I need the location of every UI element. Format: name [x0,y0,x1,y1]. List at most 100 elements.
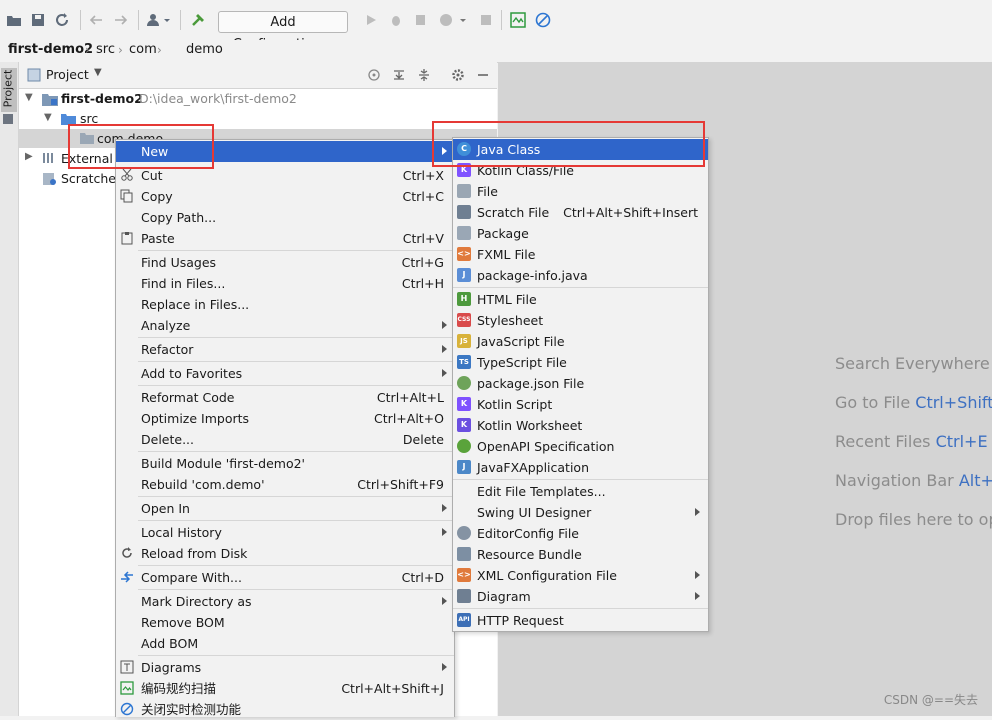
coverage-icon[interactable] [413,12,429,28]
menu-item-add-bom[interactable]: Add BOM [116,633,454,654]
sync-icon[interactable] [54,12,70,28]
new-submenu: C Java Class K Kotlin Class/File File Sc… [452,137,709,632]
menu-item-mark-directory-as[interactable]: Mark Directory as [116,591,454,612]
submenu-item-scratch-file[interactable]: Scratch File Ctrl+Alt+Shift+Insert [453,202,708,223]
js-file-icon: JS [457,334,471,348]
chevron-down-icon[interactable]: ▼ [94,67,102,78]
chevron-right-icon: › [157,43,162,57]
tree-root-name[interactable]: first-demo2 [61,91,143,106]
submenu-item-xml-config[interactable]: <> XML Configuration File [453,565,708,586]
menu-item-add-to-favorites[interactable]: Add to Favorites [116,363,454,384]
chevron-down-icon[interactable]: ▼ [44,112,52,123]
submenu-item-javascript-file[interactable]: JS JavaScript File [453,331,708,352]
menu-item-remove-bom[interactable]: Remove BOM [116,612,454,633]
back-arrow-icon[interactable] [88,12,104,28]
fxml-file-icon: <> [457,247,471,261]
api-icon: API [457,613,471,627]
submenu-item-swing-ui[interactable]: Swing UI Designer [453,502,708,523]
add-configuration-button[interactable]: Add Configuration... [218,11,348,52]
menu-item-reformat-code[interactable]: Reformat Code Ctrl+Alt+L [116,387,454,408]
kotlin-script-icon: K [457,397,471,411]
menu-item-diagrams[interactable]: Diagrams [116,657,454,678]
xml-file-icon: <> [457,568,471,582]
menu-item-local-history[interactable]: Local History [116,522,454,543]
submenu-item-package-info[interactable]: J package-info.java [453,265,708,286]
submenu-item-edit-templates[interactable]: Edit File Templates... [453,481,708,502]
build-hammer-icon[interactable] [190,12,206,28]
locate-icon[interactable] [367,68,381,82]
structure-tab-icon[interactable] [3,114,13,124]
copy-icon [120,189,133,203]
tool-window-strip [0,62,19,716]
breadcrumb-item-src[interactable]: src [96,42,115,57]
menu-item-analyze[interactable]: Analyze [116,315,454,336]
save-icon[interactable] [30,12,46,28]
menu-item-copy-path[interactable]: Copy Path... [116,207,454,228]
javafx-icon: J [457,460,471,474]
clipboard-icon [121,232,133,245]
code-scan-icon [120,681,134,695]
stop-icon[interactable] [478,12,494,28]
submenu-item-javafx[interactable]: J JavaFXApplication [453,457,708,478]
panel-title[interactable]: Project [46,67,89,82]
submenu-item-http-request[interactable]: API HTTP Request [453,610,708,631]
menu-item-rebuild[interactable]: Rebuild 'com.demo' Ctrl+Shift+F9 [116,474,454,495]
user-dropdown-icon[interactable] [146,12,172,28]
menu-item-reload-from-disk[interactable]: Reload from Disk [116,543,454,564]
breadcrumb-item-com[interactable]: com [129,42,157,57]
menu-item-open-in[interactable]: Open In [116,498,454,519]
package-icon [457,226,471,240]
menu-item-delete[interactable]: Delete... Delete [116,429,454,450]
submenu-item-package[interactable]: Package [453,223,708,244]
submenu-item-kotlin-script[interactable]: K Kotlin Script [453,394,708,415]
submenu-item-package-json[interactable]: package.json File [453,373,708,394]
menu-item-find-usages[interactable]: Find Usages Ctrl+G [116,252,454,273]
open-folder-icon[interactable] [6,12,22,28]
tree-item-scratches[interactable]: Scratches [61,171,123,186]
menu-item-paste[interactable]: Paste Ctrl+V [116,228,454,249]
menu-item-find-in-files[interactable]: Find in Files... Ctrl+H [116,273,454,294]
submenu-item-kotlin-worksheet[interactable]: K Kotlin Worksheet [453,415,708,436]
submenu-item-html-file[interactable]: H HTML File [453,289,708,310]
menu-item-refactor[interactable]: Refactor [116,339,454,360]
ts-file-icon: TS [457,355,471,369]
submenu-item-file[interactable]: File [453,181,708,202]
submenu-item-resource-bundle[interactable]: Resource Bundle [453,544,708,565]
menu-item-optimize-imports[interactable]: Optimize Imports Ctrl+Alt+O [116,408,454,429]
scratch-file-icon [457,205,471,219]
forward-arrow-icon[interactable] [113,12,129,28]
menu-item-compare-with[interactable]: Compare With... Ctrl+D [116,567,454,588]
nodejs-icon [457,376,471,390]
menu-item-close-realtime[interactable]: 关闭实时检测功能 [116,699,454,720]
chevron-right-icon[interactable]: ▶ [25,151,33,162]
expand-all-icon[interactable] [392,68,406,82]
collapse-all-icon[interactable] [417,68,431,82]
reload-icon [122,547,132,558]
menu-item-build-module[interactable]: Build Module 'first-demo2' [116,453,454,474]
breadcrumb-item-project[interactable]: first-demo2 [8,42,93,57]
submenu-item-openapi[interactable]: OpenAPI Specification [453,436,708,457]
profile-dropdown-icon[interactable] [438,12,468,28]
hide-panel-icon[interactable] [476,68,490,82]
run-icon[interactable] [363,12,379,28]
menu-item-code-scan[interactable]: 编码规约扫描 Ctrl+Alt+Shift+J [116,678,454,699]
submenu-item-diagram[interactable]: Diagram [453,586,708,607]
menu-item-replace-in-files[interactable]: Replace in Files... [116,294,454,315]
library-icon [43,153,53,163]
breadcrumb: first-demo2 › src › com › demo [0,40,992,96]
chevron-down-icon[interactable]: ▼ [25,92,33,103]
submenu-item-editorconfig[interactable]: EditorConfig File [453,523,708,544]
debug-icon[interactable] [388,12,404,28]
submenu-item-stylesheet[interactable]: CSS Stylesheet [453,310,708,331]
submenu-item-typescript-file[interactable]: TS TypeScript File [453,352,708,373]
kotlin-worksheet-icon: K [457,418,471,432]
resource-bundle-icon [457,547,471,561]
breadcrumb-item-demo[interactable]: demo [186,42,223,57]
submenu-item-fxml-file[interactable]: <> FXML File [453,244,708,265]
code-scan-icon[interactable] [510,12,526,28]
gear-icon[interactable] [451,68,465,82]
hint-search-everywhere: Search Everywhere D [835,354,992,373]
disable-realtime-icon[interactable] [535,12,551,28]
menu-item-copy[interactable]: Copy Ctrl+C [116,186,454,207]
project-tool-tab[interactable]: Project [1,68,17,112]
